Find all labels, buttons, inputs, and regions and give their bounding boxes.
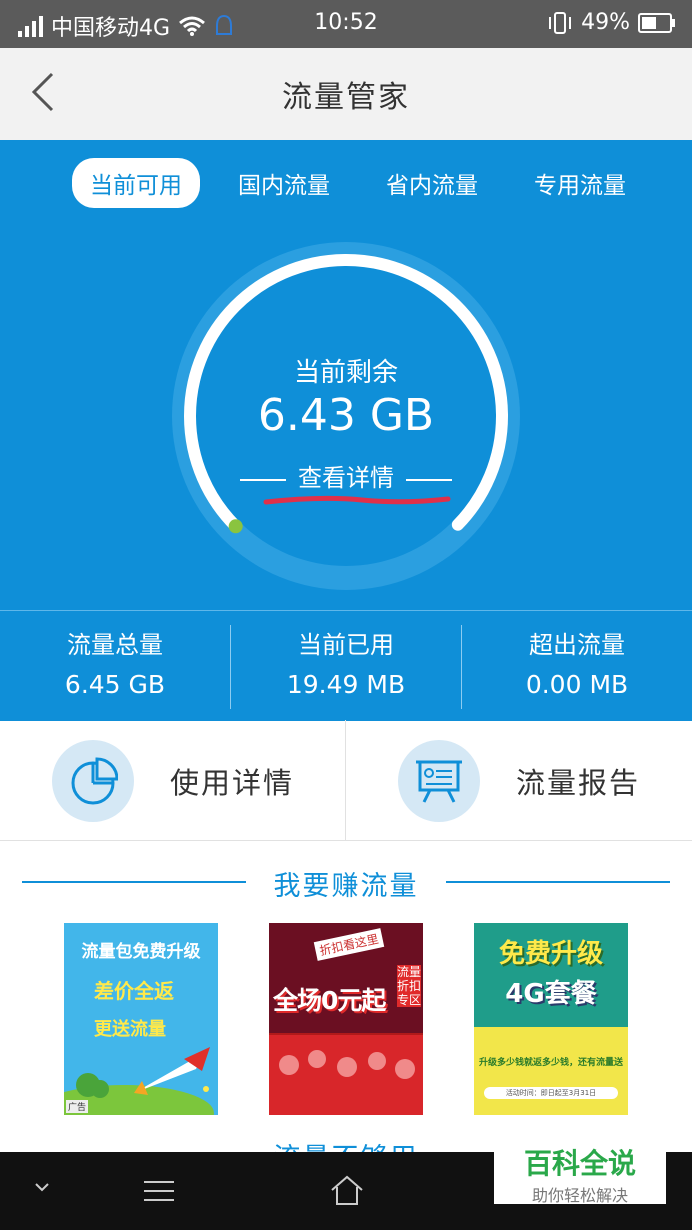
gauge-readout: 当前剩余 6.43 GB 查看详情 — [170, 240, 522, 592]
pie-chart-icon — [71, 757, 118, 805]
promo2-side: 流量折扣专区 — [397, 965, 422, 1007]
page-title: 流量管家 — [282, 80, 410, 115]
status-bar: 中国移动4G 10:52 49% — [0, 0, 692, 48]
view-details-label: 查看详情 — [298, 464, 394, 492]
tab-dedicated[interactable]: 专用流量 — [516, 158, 644, 208]
chevron-down-icon — [35, 1183, 49, 1192]
nav-collapse-button[interactable] — [30, 1178, 54, 1202]
usage-hero: 当前可用 国内流量 省内流量 专用流量 当前剩余 6.43 GB 查看详情 — [0, 140, 692, 610]
earn-section-title: 我要赚流量 — [273, 871, 419, 902]
usage-details-label: 使用详情 — [170, 766, 295, 800]
traffic-report-button[interactable]: 流量报告 — [346, 720, 691, 840]
promo3-sub: 升级多少钱就返多少钱，还有流量送 — [478, 1058, 623, 1068]
stat-used-value: 19.49 MB — [286, 670, 406, 699]
home-icon — [331, 1175, 363, 1205]
promo1-line1: 流量包免费升级 — [81, 942, 201, 962]
promo3-note: 活动时间：即日起至3月31日 — [484, 1087, 618, 1099]
vibrate-icon — [549, 11, 572, 34]
stats-row: 流量总量 6.45 GB 当前已用 19.49 MB 超出流量 0.00 MB — [0, 610, 692, 721]
nav-menu-button[interactable] — [142, 1178, 176, 1208]
remaining-label: 当前剩余 — [293, 358, 398, 388]
stat-overage: 超出流量 0.00 MB — [462, 625, 692, 699]
earn-rule-right — [446, 881, 670, 883]
red-underline-annotation — [263, 495, 451, 505]
detail-right-rule — [406, 478, 452, 481]
earn-section-header: 我要赚流量 — [0, 862, 692, 902]
watermark-subtitle: 助你轻松解决 — [531, 1186, 628, 1205]
traffic-report-icon-bg — [398, 740, 480, 822]
promo-card-upgrade[interactable]: 流量包免费升级 差价全返 更送流量 广告 — [64, 923, 218, 1115]
remaining-value: 6.43 GB — [257, 390, 435, 441]
stat-total-label: 流量总量 — [67, 631, 163, 659]
report-board-icon — [416, 760, 462, 803]
usage-details-icon-bg — [52, 740, 134, 822]
nav-home-button[interactable] — [330, 1174, 364, 1210]
promo3-headline1: 免费升级 — [498, 939, 603, 969]
promo2-headline: 全场0元起 — [273, 986, 386, 1015]
ad-tag: 广告 — [66, 1100, 89, 1113]
tab-current-available[interactable]: 当前可用 — [72, 158, 200, 208]
tab-provincial[interactable]: 省内流量 — [368, 158, 496, 208]
watermark-title: 百科全说 — [523, 1147, 636, 1180]
watermark-logo: 百科全说 助你轻松解决 — [494, 1140, 666, 1205]
crowd-illustration — [269, 1035, 423, 1115]
view-details-link[interactable]: 查看详情 — [170, 458, 522, 493]
detail-left-rule — [240, 478, 286, 481]
action-row: 使用详情 流量报告 — [0, 720, 692, 841]
stat-total-value: 6.45 GB — [64, 670, 166, 699]
promo3-headline2: 4G套餐 — [505, 979, 597, 1009]
usage-details-button[interactable]: 使用详情 — [0, 720, 345, 840]
battery-percent: 49% — [581, 10, 630, 35]
stat-overage-value: 0.00 MB — [525, 670, 629, 699]
stat-total: 流量总量 6.45 GB — [0, 625, 230, 699]
stat-used: 当前已用 19.49 MB — [231, 625, 461, 699]
promo-card-4g[interactable]: 免费升级 4G套餐 升级多少钱就返多少钱，还有流量送 活动时间：即日起至3月31… — [474, 923, 628, 1115]
traffic-report-label: 流量报告 — [516, 766, 641, 800]
title-bar: 流量管家 — [0, 48, 692, 141]
stat-overage-label: 超出流量 — [529, 631, 625, 659]
tab-domestic[interactable]: 国内流量 — [220, 158, 348, 208]
battery-icon — [638, 12, 675, 33]
menu-icon — [144, 1181, 174, 1201]
promo1-line2: 差价全返 — [94, 979, 174, 1003]
stat-used-label: 当前已用 — [298, 631, 394, 659]
tab-bar: 当前可用 国内流量 省内流量 专用流量 — [72, 158, 664, 208]
promo-card-discount[interactable]: 折扣看这里 流量折扣专区 全场0元起 — [269, 923, 423, 1115]
